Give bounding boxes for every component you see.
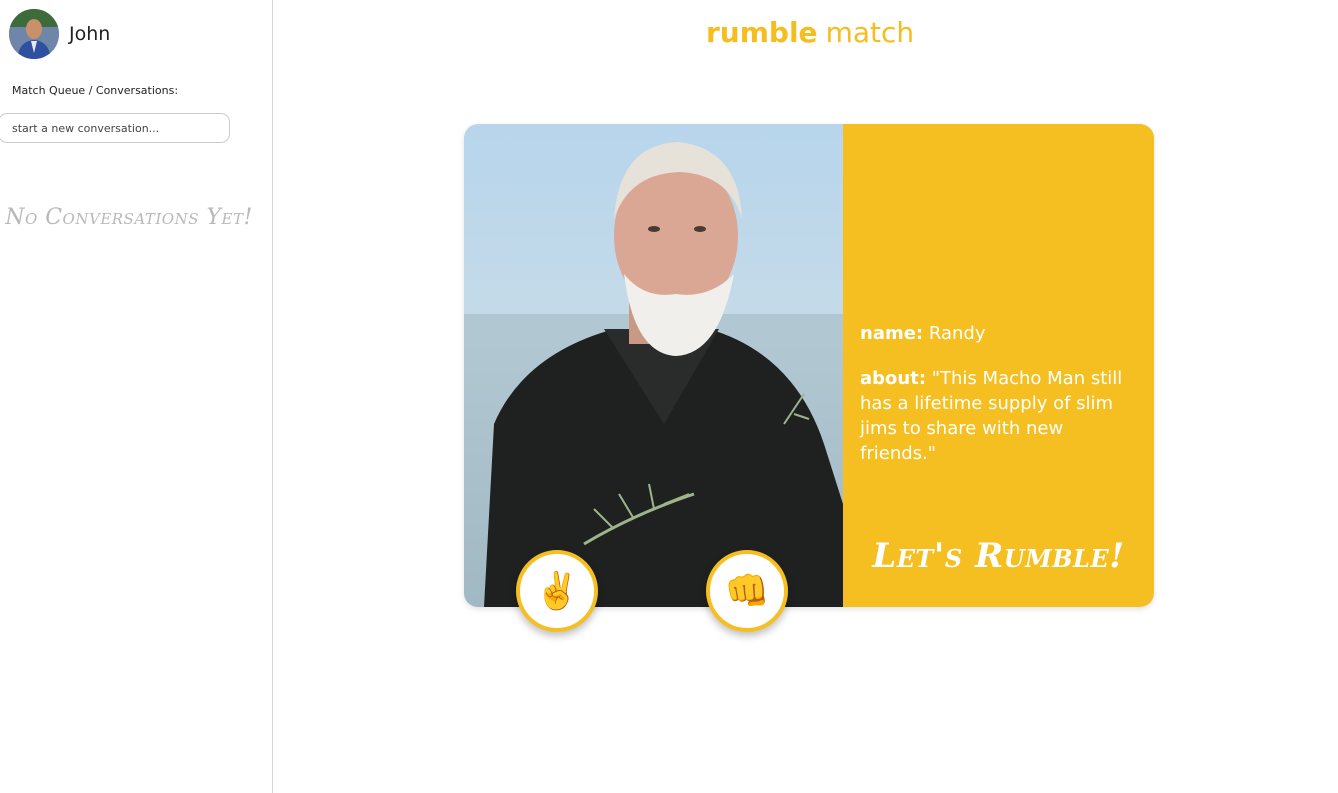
username: John (69, 23, 111, 45)
like-button[interactable]: 👊 (706, 550, 788, 632)
about-label: about: (860, 368, 927, 389)
user-avatar-icon (9, 9, 59, 59)
match-card: name: Randy about: "This Macho Man still… (464, 124, 1154, 607)
avatar[interactable] (9, 9, 59, 59)
new-conversation-input[interactable] (0, 113, 230, 143)
lets-rumble-button[interactable]: Let's Rumble! (843, 536, 1154, 576)
fist-icon: 👊 (724, 571, 770, 612)
profile-details: name: Randy about: "This Macho Man still… (860, 321, 1142, 486)
logo-part1: rumble (706, 16, 818, 49)
peace-hand-icon: ✌️ (534, 571, 580, 612)
profile-photo (464, 124, 843, 607)
sidebar: John Match Queue / Conversations: No Con… (0, 0, 273, 793)
user-profile[interactable]: John (9, 9, 110, 59)
profile-info-panel: name: Randy about: "This Macho Man still… (843, 124, 1154, 607)
profile-about-row: about: "This Macho Man still has a lifet… (860, 366, 1142, 466)
queue-label: Match Queue / Conversations: (12, 84, 179, 97)
name-label: name: (860, 323, 924, 344)
profile-name: Randy (928, 323, 986, 344)
empty-conversations-message: No Conversations Yet! (5, 205, 253, 230)
logo-part2: match (825, 16, 915, 49)
pass-button[interactable]: ✌️ (516, 550, 598, 632)
profile-name-row: name: Randy (860, 321, 1142, 346)
app-logo: rumble match (706, 16, 914, 49)
